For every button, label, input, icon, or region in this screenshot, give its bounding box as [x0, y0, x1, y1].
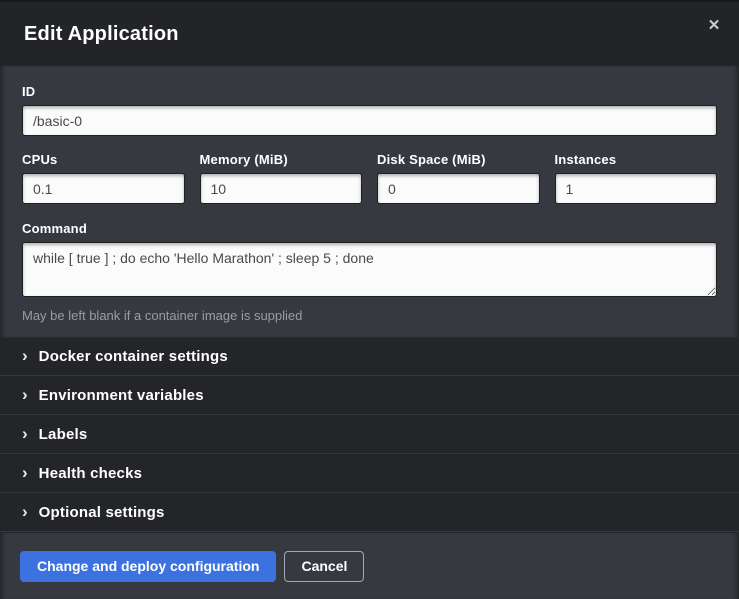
cpus-field-group: CPUs: [22, 152, 185, 204]
cpus-input[interactable]: [22, 173, 185, 204]
command-label: Command: [22, 221, 717, 236]
edit-application-modal: Edit Application ✕ ID CPUs Memory (MiB) …: [0, 0, 739, 599]
modal-header: Edit Application ✕: [0, 2, 739, 66]
resources-row: CPUs Memory (MiB) Disk Space (MiB) Insta…: [22, 152, 717, 204]
chevron-right-icon: ›: [22, 347, 28, 364]
cpus-label: CPUs: [22, 152, 185, 167]
section-health-checks[interactable]: › Health checks: [0, 454, 739, 493]
section-optional-settings[interactable]: › Optional settings: [0, 493, 739, 532]
section-labels[interactable]: › Labels: [0, 415, 739, 454]
id-input[interactable]: [22, 105, 717, 136]
application-form: ID CPUs Memory (MiB) Disk Space (MiB) In…: [0, 66, 739, 337]
chevron-right-icon: ›: [22, 425, 28, 442]
memory-field-group: Memory (MiB): [200, 152, 363, 204]
disk-field-group: Disk Space (MiB): [377, 152, 540, 204]
disk-input[interactable]: [377, 173, 540, 204]
section-docker-container-settings[interactable]: › Docker container settings: [0, 337, 739, 376]
id-label: ID: [22, 84, 717, 99]
disk-label: Disk Space (MiB): [377, 152, 540, 167]
section-label: Docker container settings: [39, 348, 228, 365]
id-field-group: ID: [22, 84, 717, 136]
chevron-right-icon: ›: [22, 386, 28, 403]
command-textarea[interactable]: while [ true ] ; do echo 'Hello Marathon…: [22, 242, 717, 297]
section-environment-variables[interactable]: › Environment variables: [0, 376, 739, 415]
instances-field-group: Instances: [555, 152, 718, 204]
memory-input[interactable]: [200, 173, 363, 204]
command-field-group: Command while [ true ] ; do echo 'Hello …: [22, 221, 717, 323]
chevron-right-icon: ›: [22, 503, 28, 520]
section-label: Labels: [39, 426, 88, 443]
modal-footer: Change and deploy configuration Cancel: [0, 533, 739, 599]
section-label: Health checks: [39, 465, 142, 482]
modal-title: Edit Application: [24, 23, 179, 46]
section-label: Environment variables: [39, 387, 204, 404]
command-help-text: May be left blank if a container image i…: [22, 308, 717, 323]
instances-input[interactable]: [555, 173, 718, 204]
cancel-button[interactable]: Cancel: [284, 551, 364, 582]
section-label: Optional settings: [39, 504, 165, 521]
change-and-deploy-button[interactable]: Change and deploy configuration: [20, 551, 276, 582]
instances-label: Instances: [555, 152, 718, 167]
chevron-right-icon: ›: [22, 464, 28, 481]
memory-label: Memory (MiB): [200, 152, 363, 167]
close-icon[interactable]: ✕: [703, 14, 725, 36]
settings-accordion: › Docker container settings › Environmen…: [0, 337, 739, 533]
